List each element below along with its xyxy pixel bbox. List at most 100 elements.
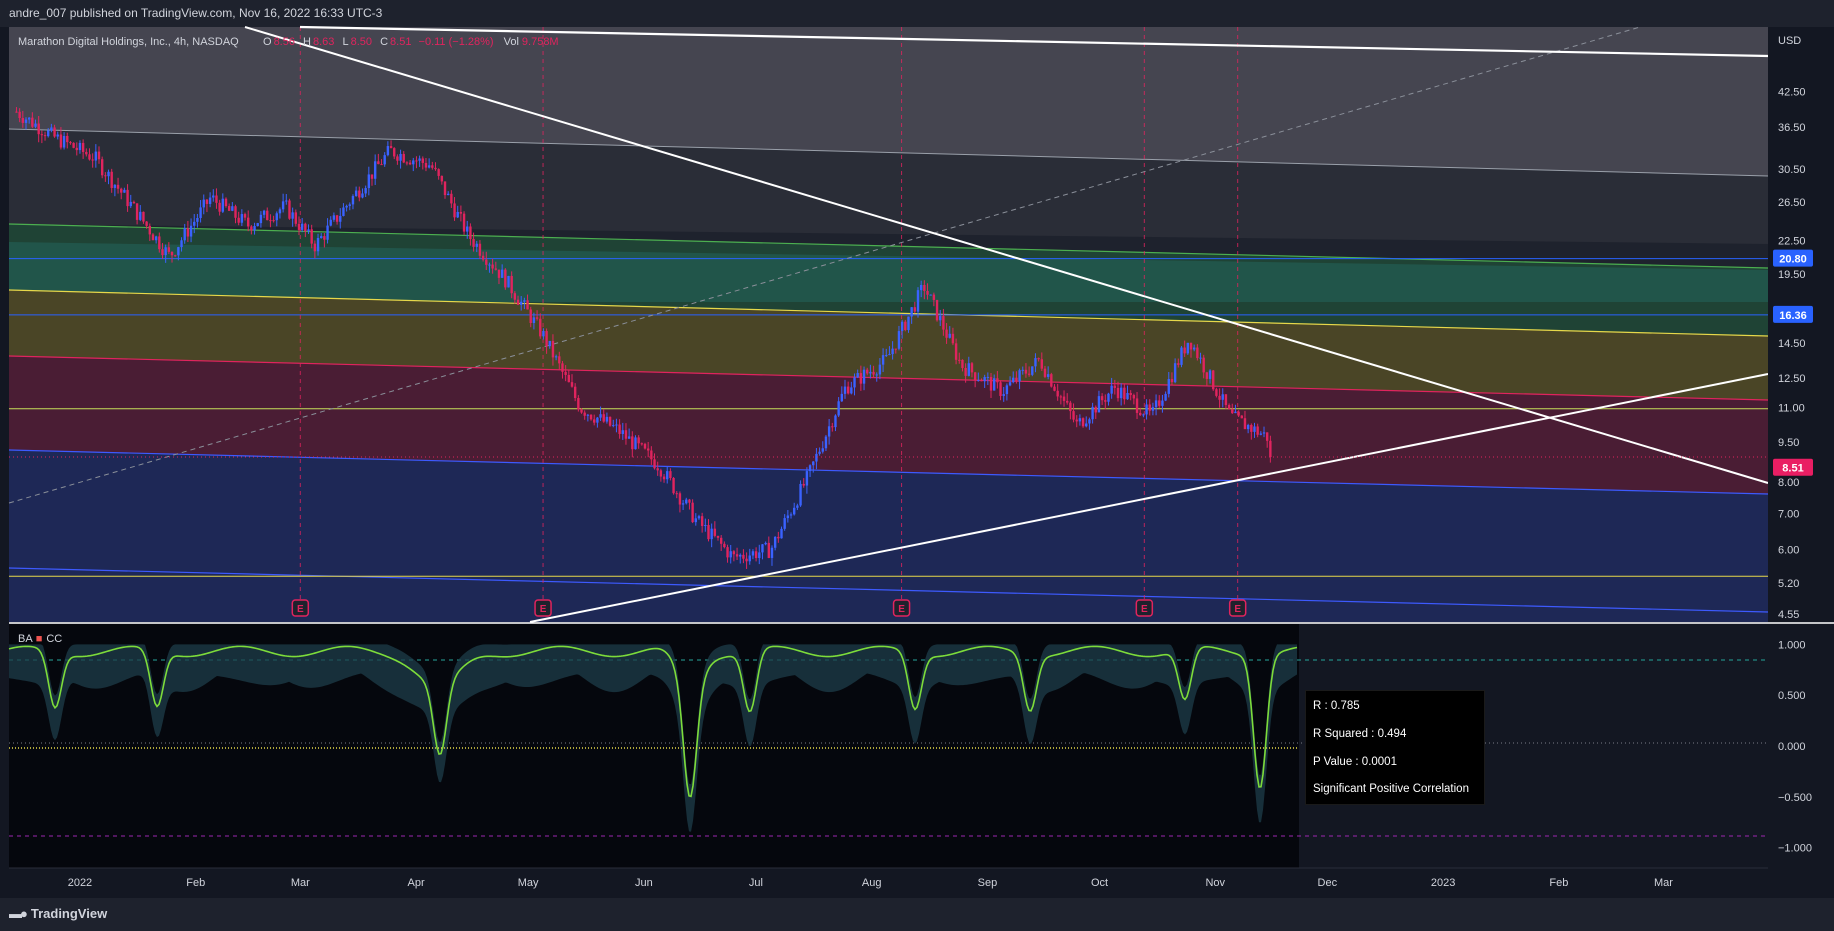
candle-body xyxy=(777,536,780,539)
candle-body xyxy=(1132,395,1136,399)
candle-body xyxy=(507,275,510,288)
candle-body xyxy=(608,416,612,426)
candle-body xyxy=(383,155,386,165)
candle-body xyxy=(1088,419,1091,424)
candle-body xyxy=(856,373,859,378)
candle-body xyxy=(656,468,659,471)
candle-body xyxy=(88,154,91,160)
candle-body xyxy=(900,321,904,332)
candle-body xyxy=(31,117,34,127)
candle-body xyxy=(1135,398,1139,413)
candle-body xyxy=(878,364,882,375)
candle-body xyxy=(980,380,983,382)
candle-body xyxy=(81,142,85,152)
candle-body xyxy=(1046,374,1050,377)
candle-body xyxy=(316,238,320,252)
earnings-marker[interactable]: E xyxy=(534,599,552,617)
candle-body xyxy=(1037,358,1040,360)
candle-body xyxy=(958,359,961,361)
price-label: 9.50 xyxy=(1778,437,1799,449)
candle-body xyxy=(1158,400,1161,406)
candle-body xyxy=(1119,387,1123,399)
candle-body xyxy=(116,184,120,189)
candle-body xyxy=(999,382,1002,396)
candle-body xyxy=(313,243,317,252)
symbol-title[interactable]: Marathon Digital Holdings, Inc., 4h, NAS… xyxy=(18,36,239,48)
candle-body xyxy=(872,371,875,375)
candle-body xyxy=(1139,412,1142,416)
chart-canvas[interactable]: E E E E E Marathon Digital Holdings, Inc., 4… xyxy=(0,0,1834,931)
candle-body xyxy=(618,424,621,434)
candle-body xyxy=(567,374,571,383)
earnings-marker[interactable]: E xyxy=(1228,599,1247,617)
candle-body xyxy=(256,223,259,227)
candle-body xyxy=(1199,357,1202,359)
earnings-marker[interactable]: E xyxy=(892,599,911,617)
candle-body xyxy=(275,213,278,221)
candle-body xyxy=(986,376,990,378)
candle-body xyxy=(1224,394,1228,406)
candle-body xyxy=(351,196,355,205)
indicator-title[interactable]: BA ■ CC xyxy=(18,633,62,645)
earnings-marker-label: E xyxy=(540,604,547,615)
candle-body xyxy=(1072,411,1075,420)
candle-body xyxy=(1221,394,1224,400)
candle-body xyxy=(735,554,739,557)
tradingview-logo[interactable]: ▬● TradingView xyxy=(9,906,107,921)
time-label: Feb xyxy=(1549,877,1568,889)
candle-body xyxy=(237,217,240,223)
candle-body xyxy=(227,206,231,211)
candle-body xyxy=(348,204,351,206)
candle-body xyxy=(726,547,729,558)
candle-body xyxy=(818,451,821,454)
candle-body xyxy=(526,300,529,310)
price-axis[interactable] xyxy=(1768,27,1834,623)
candle-body xyxy=(446,193,450,196)
candle-body xyxy=(415,160,418,162)
candle-body xyxy=(500,269,504,278)
candle-body xyxy=(151,234,155,241)
candle-body xyxy=(789,514,793,516)
candle-body xyxy=(408,162,412,165)
candle-body xyxy=(332,215,336,220)
candle-body xyxy=(62,135,66,148)
candle-body xyxy=(307,229,310,232)
earnings-marker[interactable]: E xyxy=(291,599,310,617)
candle-body xyxy=(339,215,342,222)
candle-body xyxy=(939,316,942,321)
candle-body xyxy=(853,377,856,388)
earnings-marker-label: E xyxy=(1141,604,1148,615)
candle-body xyxy=(189,225,193,237)
candle-body xyxy=(716,535,720,538)
candle-body xyxy=(304,223,307,232)
candle-body xyxy=(218,202,221,212)
time-label: May xyxy=(518,877,539,889)
ohlc-legend: O 8.56 H 8.63 L 8.50 C 8.51 −0.11 (−1.28%) V… xyxy=(263,36,559,48)
candle-body xyxy=(942,316,945,330)
candle-body xyxy=(21,118,25,123)
price-label: 4.55 xyxy=(1778,609,1799,621)
candle-body xyxy=(196,217,199,222)
price-label: 42.50 xyxy=(1778,87,1806,99)
earnings-marker-label: E xyxy=(1234,604,1241,615)
candle-body xyxy=(767,542,771,558)
candle-body xyxy=(516,299,520,305)
candle-body xyxy=(586,414,590,416)
time-label: Nov xyxy=(1205,877,1225,889)
tv-logo-icon: ▬● xyxy=(9,906,28,921)
price-label: 8.00 xyxy=(1778,477,1799,489)
candle-body xyxy=(646,448,650,451)
candle-body xyxy=(1212,370,1215,390)
candle-body xyxy=(485,259,488,265)
candle-body xyxy=(1186,342,1190,354)
price-label: 22.50 xyxy=(1778,235,1806,247)
candle-body xyxy=(1126,392,1129,400)
candle-body xyxy=(154,236,158,241)
candle-body xyxy=(240,214,244,223)
candle-body xyxy=(97,151,101,160)
candle-body xyxy=(354,190,358,197)
candle-body xyxy=(399,153,402,161)
candle-body xyxy=(1265,432,1269,441)
earnings-marker[interactable]: E xyxy=(1135,599,1154,617)
candle-body xyxy=(456,211,459,218)
